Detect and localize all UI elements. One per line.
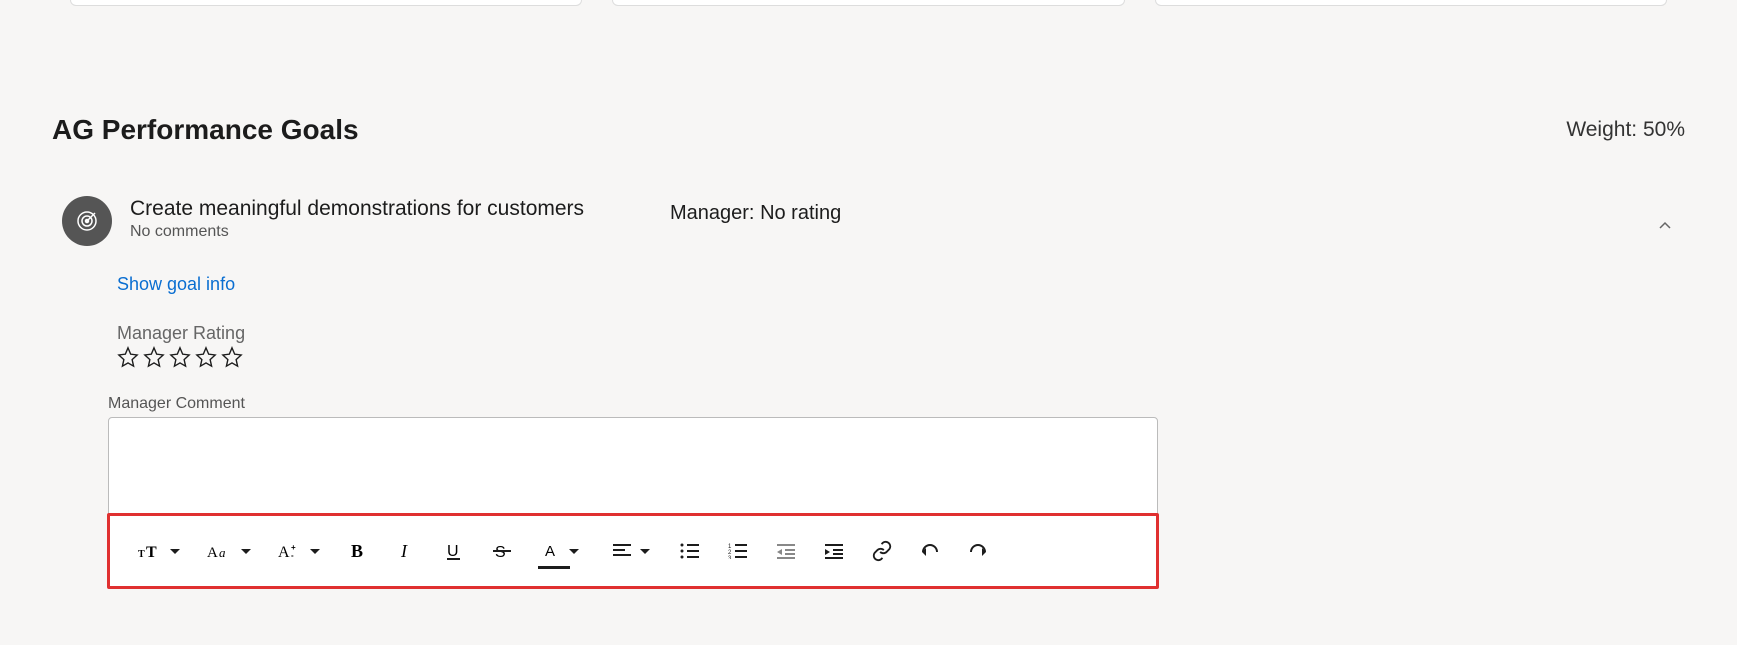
manager-rating-label: Manager Rating [117, 323, 1675, 344]
undo-button[interactable] [916, 536, 944, 566]
align-dropdown[interactable] [606, 536, 656, 566]
outdent-button[interactable] [772, 536, 800, 566]
link-button[interactable] [868, 536, 896, 566]
goal-title: Create meaningful demonstrations for cus… [130, 196, 670, 221]
section-title: AG Performance Goals [52, 114, 359, 146]
star-1[interactable] [117, 346, 139, 373]
svg-text:B: B [351, 541, 363, 561]
underline-button[interactable]: U [440, 536, 468, 566]
svg-text:I: I [400, 541, 408, 561]
collapse-toggle[interactable] [1655, 216, 1675, 236]
rich-text-toolbar: TT Aa A+- B I U S [107, 513, 1159, 589]
heading-dropdown[interactable]: TT [134, 536, 184, 566]
chevron-down-icon [310, 549, 320, 554]
goal-row: Create meaningful demonstrations for cus… [62, 196, 1675, 246]
strikethrough-button[interactable]: S [488, 536, 516, 566]
chevron-down-icon [640, 549, 650, 554]
top-card [1155, 0, 1667, 6]
manager-comment-editor: TT Aa A+- B I U S [108, 417, 1158, 588]
bold-button[interactable]: B [344, 536, 372, 566]
goal-details: Show goal info Manager Rating [117, 246, 1675, 373]
manager-status-label: Manager: [670, 202, 755, 224]
svg-text:-: - [291, 551, 294, 560]
manager-comment-label: Manager Comment [108, 395, 1675, 413]
numbered-list-button[interactable]: 123 [724, 536, 752, 566]
svg-text:S: S [495, 544, 506, 561]
manager-status-value: No rating [760, 202, 841, 224]
color-underline-icon [538, 566, 570, 569]
manager-comment-textarea[interactable] [109, 418, 1157, 508]
star-2[interactable] [143, 346, 165, 373]
rating-stars [117, 346, 1675, 373]
top-card [612, 0, 1124, 6]
top-cards-row [0, 0, 1737, 14]
star-5[interactable] [221, 346, 243, 373]
font-family-dropdown[interactable]: Aa [204, 536, 254, 566]
font-color-dropdown[interactable]: A [536, 536, 586, 566]
top-card [70, 0, 582, 6]
svg-text:A: A [545, 543, 555, 560]
svg-text:a: a [219, 545, 226, 560]
chevron-down-icon [241, 549, 251, 554]
indent-button[interactable] [820, 536, 848, 566]
star-4[interactable] [195, 346, 217, 373]
target-icon [62, 196, 112, 246]
section-weight: Weight: 50% [1566, 118, 1685, 142]
svg-text:3: 3 [728, 556, 732, 559]
star-3[interactable] [169, 346, 191, 373]
section-header: AG Performance Goals Weight: 50% [0, 14, 1737, 146]
svg-text:U: U [447, 543, 459, 560]
font-size-dropdown[interactable]: A+- [274, 536, 324, 566]
show-goal-info-link[interactable]: Show goal info [117, 274, 235, 295]
italic-button[interactable]: I [392, 536, 420, 566]
chevron-down-icon [170, 549, 180, 554]
goal-comments-status: No comments [130, 223, 670, 241]
goal-manager-status: Manager: No rating [670, 196, 841, 225]
goal-block: Create meaningful demonstrations for cus… [0, 146, 1737, 588]
bullet-list-button[interactable] [676, 536, 704, 566]
svg-text:A: A [207, 545, 218, 560]
goal-text: Create meaningful demonstrations for cus… [130, 196, 670, 241]
redo-button[interactable] [964, 536, 992, 566]
svg-text:A: A [278, 544, 290, 560]
chevron-down-icon [569, 549, 579, 554]
svg-text:T: T [146, 544, 157, 560]
svg-text:T: T [138, 549, 145, 560]
